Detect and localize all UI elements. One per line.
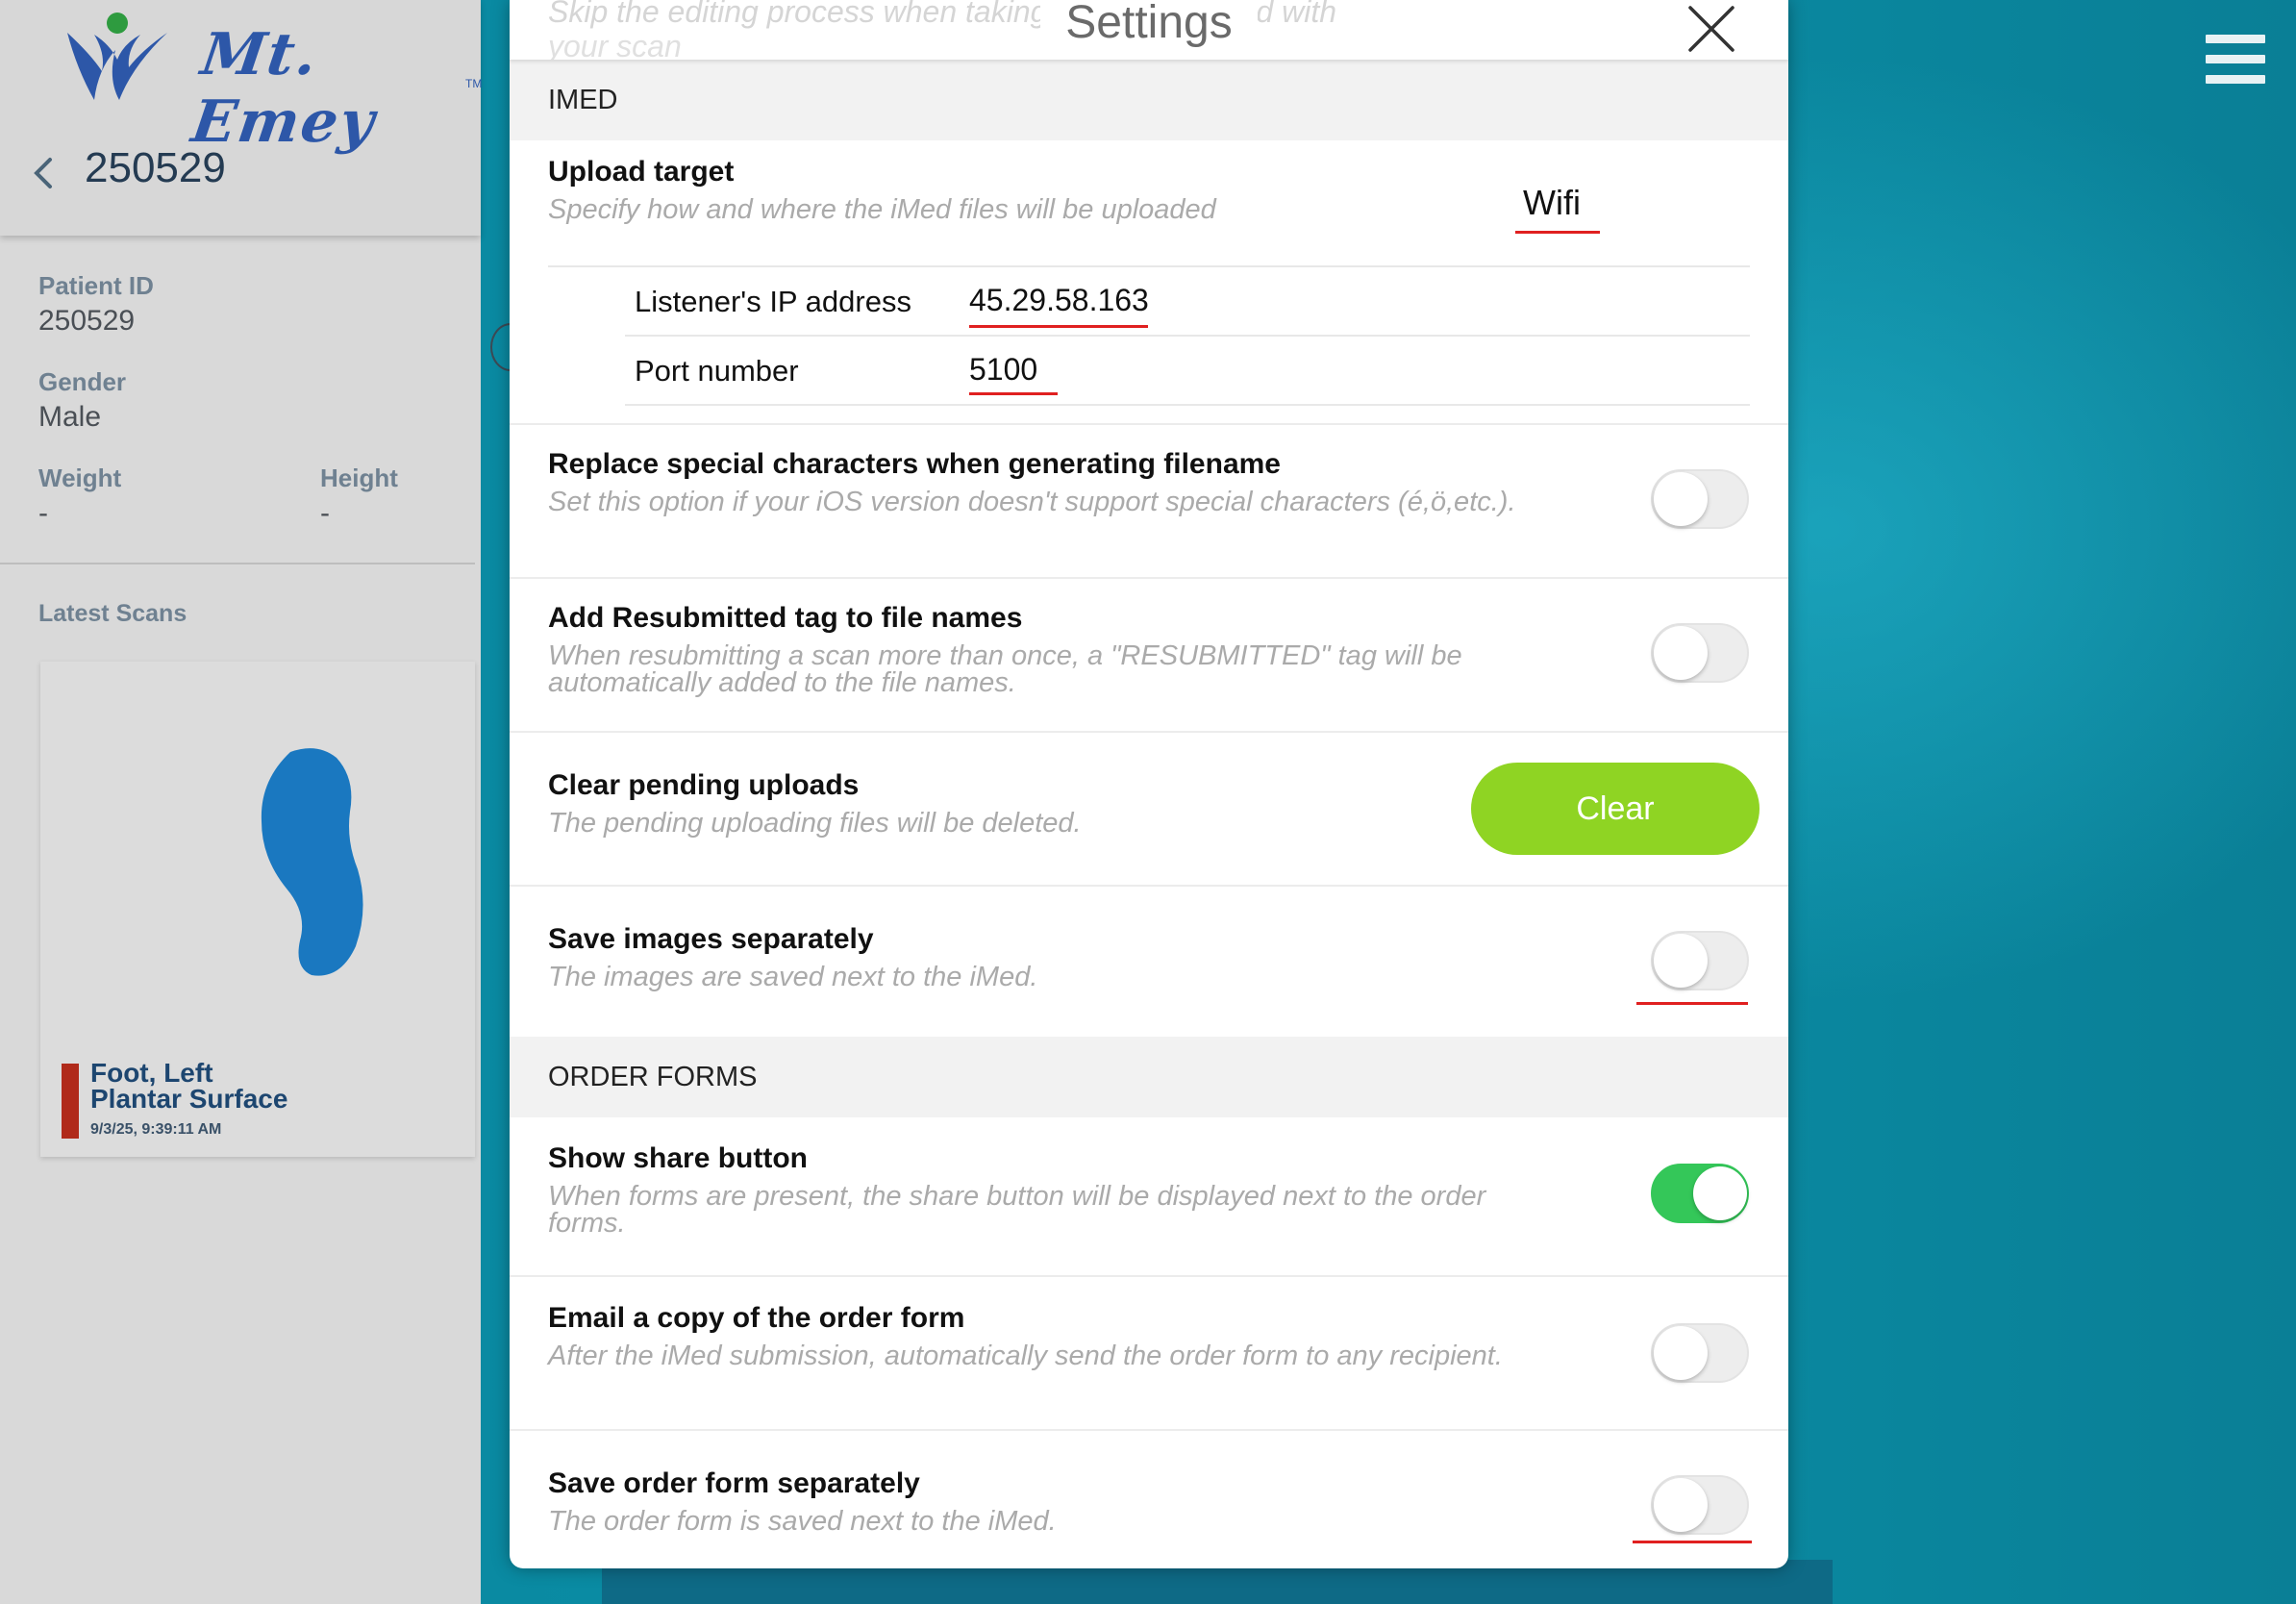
row-title: Add Resubmitted tag to file names	[548, 602, 1023, 634]
annotation-underline	[969, 325, 1148, 328]
logo-tm: TM	[465, 77, 483, 90]
gender-field: Gender Male	[38, 367, 126, 434]
field-label: Height	[320, 464, 398, 492]
close-icon[interactable]	[1685, 2, 1738, 56]
field-value: 250529	[38, 305, 136, 337]
modal-header: Skip the editing process when taking pic…	[510, 0, 1788, 60]
field-value: -	[38, 497, 48, 529]
clear-button[interactable]: Clear	[1471, 763, 1759, 855]
modal-title: Settings	[510, 0, 1788, 49]
annotation-underline	[1636, 1002, 1748, 1005]
row-desc: Set this option if your iOS version does…	[548, 487, 1516, 517]
scan-title-line2: Plantar Surface	[90, 1084, 288, 1114]
ip-input[interactable]: 45.29.58.163	[969, 283, 1149, 318]
section-header-order-forms: ORDER FORMS	[510, 1037, 1788, 1117]
scan-title: Foot, Left Plantar Surface	[90, 1058, 288, 1114]
weight-field: Weight -	[38, 464, 121, 530]
toggle-knob	[1654, 934, 1708, 988]
toggle-knob	[1693, 1166, 1747, 1220]
port-input[interactable]: 5100	[969, 352, 1037, 388]
resubmitted-tag-row: Add Resubmitted tag to file names When r…	[510, 577, 1788, 733]
logo-text: Mt. Emey	[187, 21, 381, 156]
row-title: Upload target	[548, 156, 735, 188]
modal-title-text: Settings	[1040, 0, 1258, 48]
row-desc: The order form is saved next to the iMed…	[548, 1506, 1057, 1537]
latest-scans-label: Latest Scans	[38, 600, 187, 627]
show-share-row: Show share button When forms are present…	[510, 1117, 1788, 1277]
row-title: Save images separately	[548, 923, 874, 955]
toggle-knob	[1654, 626, 1708, 680]
scan-title-line1: Foot, Left	[90, 1058, 213, 1088]
row-desc: When resubmitting a scan more than once,…	[548, 640, 1462, 698]
row-desc: After the iMed submission, automatically…	[548, 1341, 1503, 1371]
toggle-knob	[1654, 1478, 1708, 1532]
upload-target-select[interactable]: Wifi	[1523, 183, 1581, 223]
ip-label: Listener's IP address	[635, 285, 911, 318]
toggle-knob	[1654, 1326, 1708, 1380]
toggle-knob	[1654, 472, 1708, 526]
section-label: ORDER FORMS	[548, 1062, 758, 1092]
row-desc: The images are saved next to the iMed.	[548, 962, 1038, 992]
field-value: -	[320, 497, 330, 529]
field-label: Weight	[38, 464, 122, 492]
row-desc: The pending uploading files will be dele…	[548, 808, 1082, 839]
foot-scan-image	[261, 748, 363, 976]
row-desc: Specify how and where the iMed files wil…	[548, 194, 1216, 225]
port-label: Port number	[635, 354, 799, 388]
annotation-underline	[969, 392, 1058, 395]
scan-date: 9/3/25, 9:39:11 AM	[90, 1121, 222, 1138]
save-images-row: Save images separately The images are sa…	[510, 885, 1788, 1037]
field-label: Patient ID	[38, 271, 154, 300]
scan-card[interactable]: Foot, Left Plantar Surface 9/3/25, 9:39:…	[40, 662, 475, 1157]
save-order-form-toggle[interactable]	[1651, 1475, 1749, 1535]
annotation-underline	[1633, 1541, 1752, 1543]
patient-sidebar: Mt. Emey TM 250529 Patient ID 250529 Gen…	[0, 0, 531, 1604]
email-copy-row: Email a copy of the order form After the…	[510, 1275, 1788, 1431]
save-order-form-row: Save order form separately The order for…	[510, 1429, 1788, 1568]
section-header-imed: IMED	[510, 60, 1788, 140]
row-title: Email a copy of the order form	[548, 1302, 965, 1334]
divider	[0, 563, 475, 564]
email-copy-toggle[interactable]	[1651, 1323, 1749, 1383]
logo-mark-icon	[67, 13, 167, 100]
field-value: Male	[38, 401, 102, 433]
patient-header-id: 250529	[85, 144, 226, 191]
menu-icon[interactable]	[2206, 35, 2265, 85]
scan-color-bar	[62, 1064, 79, 1139]
port-row: Port number 5100	[625, 337, 1750, 406]
row-title: Clear pending uploads	[548, 769, 860, 801]
row-desc: When forms are present, the share button…	[548, 1181, 1486, 1239]
row-title: Show share button	[548, 1142, 808, 1174]
save-images-toggle[interactable]	[1651, 931, 1749, 990]
replace-special-toggle[interactable]	[1651, 469, 1749, 529]
row-title: Save order form separately	[548, 1467, 920, 1499]
back-chevron-icon[interactable]	[29, 154, 56, 192]
upload-target-row: Upload target Specify how and where the …	[510, 140, 1788, 425]
ip-address-row: Listener's IP address 45.29.58.163	[625, 267, 1750, 337]
replace-special-row: Replace special characters when generati…	[510, 423, 1788, 579]
row-title: Replace special characters when generati…	[548, 448, 1281, 480]
field-label: Gender	[38, 367, 127, 396]
height-field: Height -	[320, 464, 398, 530]
section-label: IMED	[548, 85, 618, 115]
patient-id-field: Patient ID 250529	[38, 271, 154, 338]
sidebar-header: Mt. Emey TM 250529	[0, 0, 483, 236]
annotation-underline	[1515, 231, 1600, 234]
settings-modal: Skip the editing process when taking pic…	[510, 0, 1788, 1568]
resubmitted-tag-toggle[interactable]	[1651, 623, 1749, 683]
show-share-toggle[interactable]	[1651, 1164, 1749, 1223]
